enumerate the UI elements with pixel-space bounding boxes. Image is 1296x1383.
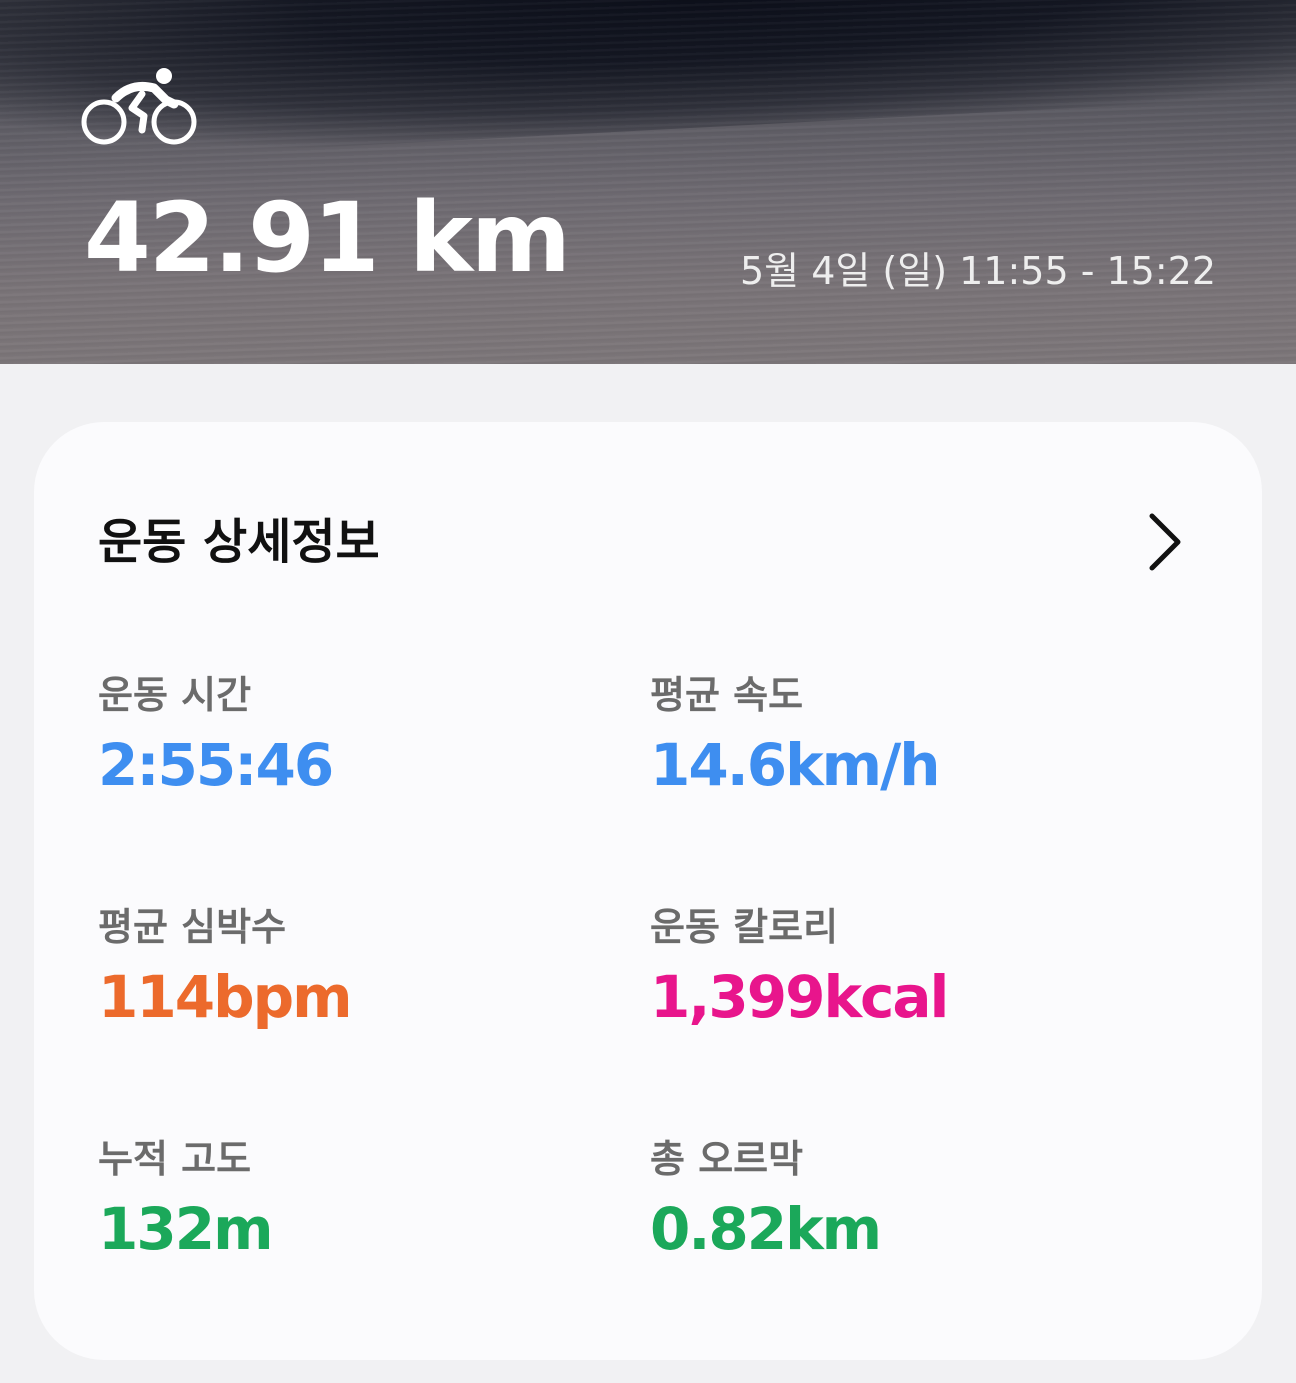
bike-icon: [81, 68, 197, 145]
stat-value: 1,399kcal: [650, 963, 949, 1031]
stat-label: 총 오르막: [650, 1137, 804, 1181]
stat-label: 평균 심박수: [98, 905, 287, 949]
chevron-right-icon[interactable]: [1140, 510, 1188, 574]
stat-label: 누적 고도: [98, 1137, 252, 1181]
stat-avg-heart-rate: 평균 심박수 114bpm: [98, 905, 353, 1031]
stat-value: 0.82km: [650, 1195, 882, 1263]
stat-total-ascent: 총 오르막 0.82km: [650, 1137, 882, 1263]
card-title: 운동 상세정보: [98, 514, 380, 570]
stat-value: 132m: [98, 1195, 274, 1263]
stat-label: 운동 칼로리: [650, 905, 839, 949]
stat-calories: 운동 칼로리 1,399kcal: [650, 905, 949, 1031]
stat-label: 운동 시간: [98, 673, 252, 717]
stat-avg-speed: 평균 속도 14.6km/h: [650, 673, 941, 799]
stat-elevation: 누적 고도 132m: [98, 1137, 274, 1263]
workout-datetime: 5월 4일 (일) 11:55 - 15:22: [739, 249, 1216, 293]
header-banner: 42.91 km 5월 4일 (일) 11:55 - 15:22: [0, 0, 1296, 364]
stat-duration: 운동 시간 2:55:46: [98, 673, 334, 799]
workout-details-card[interactable]: 운동 상세정보 운동 시간 2:55:46 평균 속도 14.6km/h 평균 …: [34, 422, 1262, 1360]
stat-value: 2:55:46: [98, 731, 334, 799]
stat-value: 114bpm: [98, 963, 353, 1031]
total-distance: 42.91 km: [84, 182, 571, 294]
stat-label: 평균 속도: [650, 673, 804, 717]
stat-value: 14.6km/h: [650, 731, 941, 799]
